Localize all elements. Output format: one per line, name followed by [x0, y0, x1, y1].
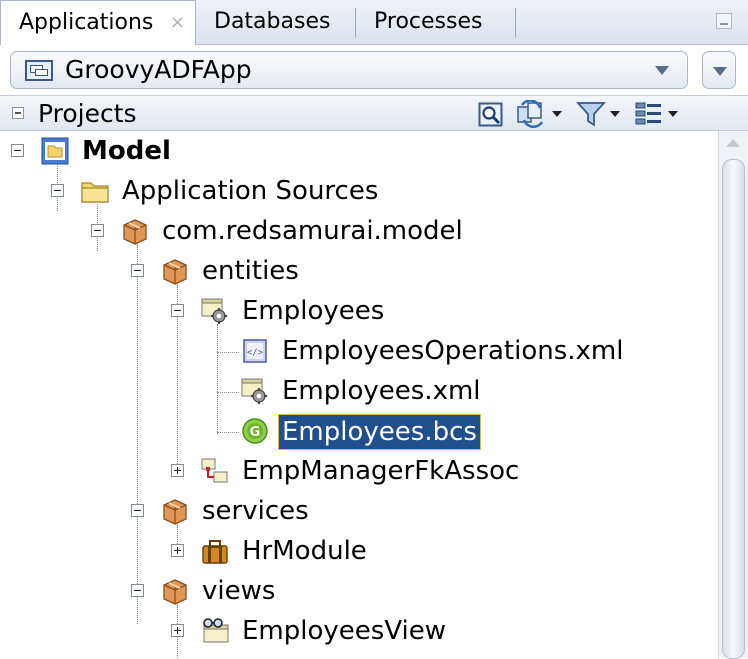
locate-icon [478, 102, 503, 127]
tree-node-employees-xml[interactable]: Employees.xml [0, 371, 718, 411]
tree-node-label: Employees [242, 296, 385, 326]
tree-options-button[interactable] [634, 100, 678, 128]
xml-file-icon: </> [243, 339, 267, 363]
tree-node-label: Employees.xml [282, 376, 481, 406]
scrollbar-thumb[interactable] [722, 159, 745, 659]
minimize-icon[interactable] [716, 13, 732, 29]
tab-databases[interactable]: Databases [196, 0, 356, 45]
package-icon [163, 259, 187, 285]
svg-text:</>: </> [247, 348, 264, 358]
entity-object-icon [201, 298, 227, 324]
application-selector-row: GroovyADFApp [0, 45, 748, 95]
locate-in-tree-button[interactable] [478, 100, 504, 128]
tree-node-partial[interactable] [0, 651, 718, 658]
collapse-icon[interactable] [131, 264, 144, 277]
project-tree: Model Application Sources com.redsamurai… [0, 131, 718, 658]
tree-node-label: HrModule [242, 536, 367, 566]
tree-node-entities[interactable]: entities [0, 251, 718, 291]
tree-node-employees-view[interactable]: EmployeesView [0, 611, 718, 651]
projects-title: Projects [38, 99, 137, 128]
refresh-button[interactable] [516, 99, 562, 129]
collapse-icon[interactable] [11, 144, 24, 157]
filter-button[interactable] [575, 100, 620, 128]
package-icon [123, 219, 147, 245]
scroll-up-icon[interactable] [726, 139, 740, 147]
tree-node-label: services [202, 496, 309, 526]
tab-databases-label: Databases [214, 9, 331, 34]
application-menu-button[interactable] [702, 51, 736, 89]
panel-tab-bar: Applications × Databases Processes [0, 0, 748, 46]
tree-node-label-selected: Employees.bcs [278, 414, 481, 450]
project-icon [41, 137, 69, 165]
collapse-icon[interactable] [131, 504, 144, 517]
tab-applications-label: Applications [19, 10, 154, 35]
association-icon [201, 458, 228, 483]
tree-node-label: EmployeesView [242, 616, 447, 646]
tab-applications[interactable]: Applications × [0, 0, 196, 46]
application-select-value: GroovyADFApp [65, 55, 252, 84]
tree-node-employees-bcs[interactable]: G Employees.bcs [0, 411, 718, 451]
tree-node-label: EmpManagerFkAssoc [242, 456, 520, 486]
package-icon [163, 499, 187, 525]
tree-node-label: EmployeesOperations.xml [282, 336, 624, 366]
tree-node-package[interactable]: com.redsamurai.model [0, 211, 718, 251]
tree-node-services[interactable]: services [0, 491, 718, 531]
tab-processes[interactable]: Processes [356, 0, 516, 45]
application-icon [25, 60, 53, 81]
svg-text:G: G [250, 425, 261, 440]
tree-node-hr-module[interactable]: HrModule [0, 531, 718, 571]
tree-node-label: views [202, 576, 276, 606]
projects-collapse-icon[interactable] [12, 107, 24, 119]
tree-node-label: entities [202, 256, 299, 286]
filter-icon [575, 102, 607, 127]
tree-node-emp-manager-fk-assoc[interactable]: EmpManagerFkAssoc [0, 451, 718, 491]
tab-close-icon[interactable]: × [170, 1, 185, 45]
tree-node-employees-operations-xml[interactable]: </> EmployeesOperations.xml [0, 331, 718, 371]
view-object-icon [203, 618, 229, 643]
folder-icon [81, 182, 109, 203]
options-list-icon [635, 102, 661, 125]
expand-icon[interactable] [171, 624, 184, 637]
chevron-down-icon [655, 66, 669, 75]
package-icon [163, 579, 187, 605]
projects-header: Projects [0, 95, 748, 131]
entity-object-icon [241, 378, 267, 404]
application-select[interactable]: GroovyADFApp [10, 51, 688, 89]
tree-node-label: Model [82, 136, 171, 166]
expand-icon[interactable] [171, 544, 184, 557]
tree-node-label: Application Sources [122, 176, 379, 206]
collapse-icon[interactable] [91, 224, 104, 237]
tree-vertical-scrollbar[interactable] [718, 131, 748, 659]
application-module-icon [202, 540, 228, 564]
collapse-icon[interactable] [51, 184, 64, 197]
tree-node-views[interactable]: views [0, 571, 718, 611]
collapse-icon[interactable] [131, 584, 144, 597]
tab-separator [515, 8, 516, 38]
expand-icon[interactable] [171, 464, 184, 477]
tree-node-label: com.redsamurai.model [162, 216, 463, 246]
tab-processes-label: Processes [374, 9, 483, 34]
tree-node-model[interactable]: Model [0, 131, 718, 171]
tree-node-employees[interactable]: Employees [0, 291, 718, 331]
refresh-icon [517, 99, 544, 129]
tree-node-application-sources[interactable]: Application Sources [0, 171, 718, 211]
collapse-icon[interactable] [171, 304, 184, 317]
groovy-file-icon: G [242, 418, 268, 444]
